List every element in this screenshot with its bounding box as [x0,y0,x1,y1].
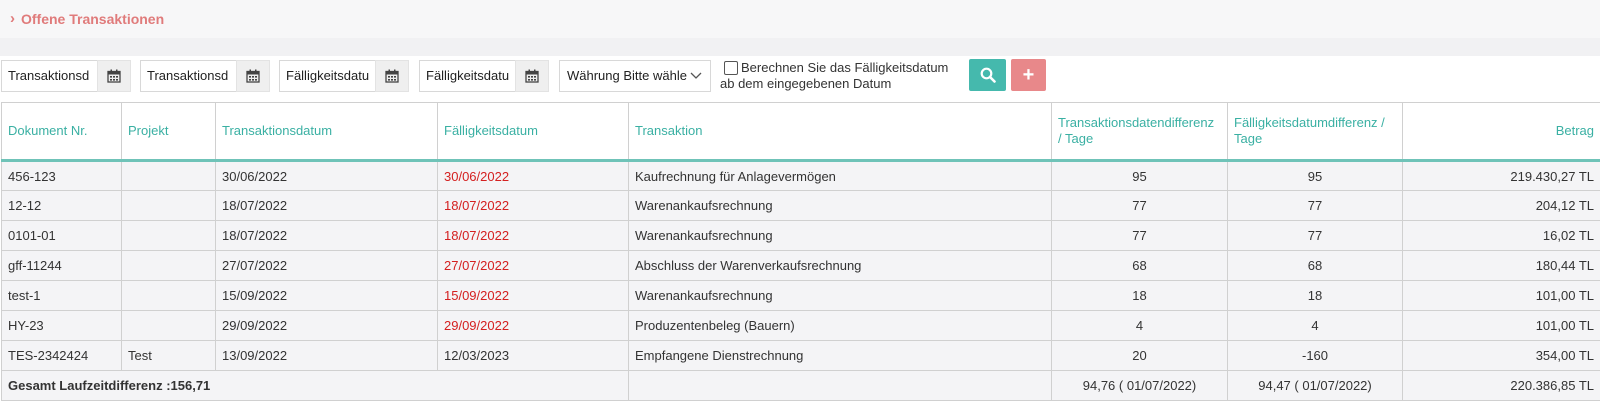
amount-cell: 204,12 TL [1402,190,1600,221]
doc-cell: 12-12 [1,190,122,221]
project-cell [121,280,216,311]
transaction-date-cell: 27/07/2022 [215,250,438,281]
due-date-cell: 29/09/2022 [437,310,629,341]
page-title[interactable]: Offene Transaktionen [21,11,164,27]
transaction-cell: Warenankaufsrechnung [628,280,1052,311]
total-due-diff: 94,47 ( 01/07/2022) [1227,370,1403,401]
transaction-date-cell: 15/09/2022 [215,280,438,311]
transaction-cell: Warenankaufsrechnung [628,220,1052,251]
due-date-cell: 30/06/2022 [437,160,629,191]
doc-cell: test-1 [1,280,122,311]
due-date-cell: 18/07/2022 [437,220,629,251]
page-header: › Offene Transaktionen [0,0,1600,38]
transaction-diff-cell: 20 [1051,340,1228,371]
due-diff-cell: 68 [1227,250,1403,281]
transaction-date-from-input[interactable]: Transaktionsd [1,60,98,92]
transaction-diff-cell: 18 [1051,280,1228,311]
table-row[interactable]: TES-2342424 Test 13/09/2022 12/03/2023 E… [1,340,1600,371]
project-cell [121,190,216,221]
column-header[interactable]: Fälligkeitsdatumdifferenz / Tage [1227,102,1403,162]
amount-cell: 101,00 TL [1402,310,1600,341]
project-cell [121,250,216,281]
search-button[interactable] [969,59,1006,91]
transaction-diff-cell: 95 [1051,160,1228,191]
due-diff-cell: 95 [1227,160,1403,191]
header-divider [0,38,1600,56]
transaction-date-cell: 18/07/2022 [215,190,438,221]
amount-cell: 180,44 TL [1402,250,1600,281]
table-row[interactable]: 0101-01 18/07/2022 18/07/2022 Warenankau… [1,220,1600,251]
chevron-right-icon[interactable]: › [10,10,15,27]
amount-cell: 16,02 TL [1402,220,1600,251]
total-transaction-diff: 94,76 ( 01/07/2022) [1051,370,1228,401]
doc-cell: TES-2342424 [1,340,122,371]
table-row[interactable]: gff-11244 27/07/2022 27/07/2022 Abschlus… [1,250,1600,281]
currency-select[interactable]: Währung Bitte wähle [559,60,711,92]
doc-cell: 0101-01 [1,220,122,251]
project-cell [121,160,216,191]
amount-cell: 219.430,27 TL [1402,160,1600,191]
due-date-cell: 15/09/2022 [437,280,629,311]
total-row: Gesamt Laufzeitdifferenz :156,71 94,76 (… [1,370,1600,401]
transaction-cell: Produzentenbeleg (Bauern) [628,310,1052,341]
column-header[interactable]: Projekt [121,102,216,162]
transaction-diff-cell: 68 [1051,250,1228,281]
doc-cell: HY-23 [1,310,122,341]
project-cell [121,310,216,341]
column-header[interactable]: Transaktionsdatendifferenz / Tage [1051,102,1228,162]
transactions-table: Dokument Nr. Projekt Transaktionsdatum F… [1,102,1600,401]
transaction-cell: Abschluss der Warenverkaufsrechnung [628,250,1052,281]
column-header[interactable]: Fälligkeitsdatum [437,102,629,162]
due-date-cell: 27/07/2022 [437,250,629,281]
table-row[interactable]: 12-12 18/07/2022 18/07/2022 Warenankaufs… [1,190,1600,221]
transaction-diff-cell: 77 [1051,190,1228,221]
transaction-cell: Empfangene Dienstrechnung [628,340,1052,371]
due-date-to-input[interactable]: Fälligkeitsdatu [419,60,516,92]
transaction-date-cell: 29/09/2022 [215,310,438,341]
transaction-cell: Kaufrechnung für Anlagevermögen [628,160,1052,191]
transaction-date-cell: 13/09/2022 [215,340,438,371]
total-label: Gesamt Laufzeitdifferenz :156,71 [1,370,629,401]
calendar-icon[interactable] [236,60,270,92]
due-diff-cell: -160 [1227,340,1403,371]
column-header[interactable]: Betrag [1402,102,1600,162]
column-header[interactable]: Transaktionsdatum [215,102,438,162]
total-amount: 220.386,85 TL [1402,370,1600,401]
column-header[interactable]: Dokument Nr. [1,102,122,162]
calendar-icon[interactable] [97,60,131,92]
table-row[interactable]: HY-23 29/09/2022 29/09/2022 Produzentenb… [1,310,1600,341]
due-diff-cell: 77 [1227,220,1403,251]
calendar-icon[interactable] [375,60,409,92]
chevron-down-icon [690,61,702,91]
table-row[interactable]: 456-123 30/06/2022 30/06/2022 Kaufrechnu… [1,160,1600,191]
doc-cell: gff-11244 [1,250,122,281]
checkbox-label: Berechnen Sie das Fälligkeitsdatum ab de… [720,60,949,91]
due-date-from-input[interactable]: Fälligkeitsdatu [279,60,376,92]
due-date-cell: 12/03/2023 [437,340,629,371]
column-header[interactable]: Transaktion [628,102,1052,162]
currency-select-value: Währung Bitte wähle [567,68,687,83]
amount-cell: 101,00 TL [1402,280,1600,311]
table-row[interactable]: test-1 15/09/2022 15/09/2022 Warenankauf… [1,280,1600,311]
add-button[interactable]: + [1011,59,1046,91]
search-icon [980,67,996,83]
transaction-diff-cell: 4 [1051,310,1228,341]
transaction-date-to-input[interactable]: Transaktionsd [140,60,237,92]
amount-cell: 354,00 TL [1402,340,1600,371]
due-diff-cell: 18 [1227,280,1403,311]
total-empty-cell [628,370,1052,401]
project-cell: Test [121,340,216,371]
transaction-diff-cell: 77 [1051,220,1228,251]
project-cell [121,220,216,251]
doc-cell: 456-123 [1,160,122,191]
due-diff-cell: 77 [1227,190,1403,221]
due-diff-cell: 4 [1227,310,1403,341]
transaction-cell: Warenankaufsrechnung [628,190,1052,221]
calendar-icon[interactable] [515,60,549,92]
transaction-date-cell: 30/06/2022 [215,160,438,191]
transaction-date-cell: 18/07/2022 [215,220,438,251]
due-date-cell: 18/07/2022 [437,190,629,221]
table-header-row: Dokument Nr. Projekt Transaktionsdatum F… [1,102,1600,162]
